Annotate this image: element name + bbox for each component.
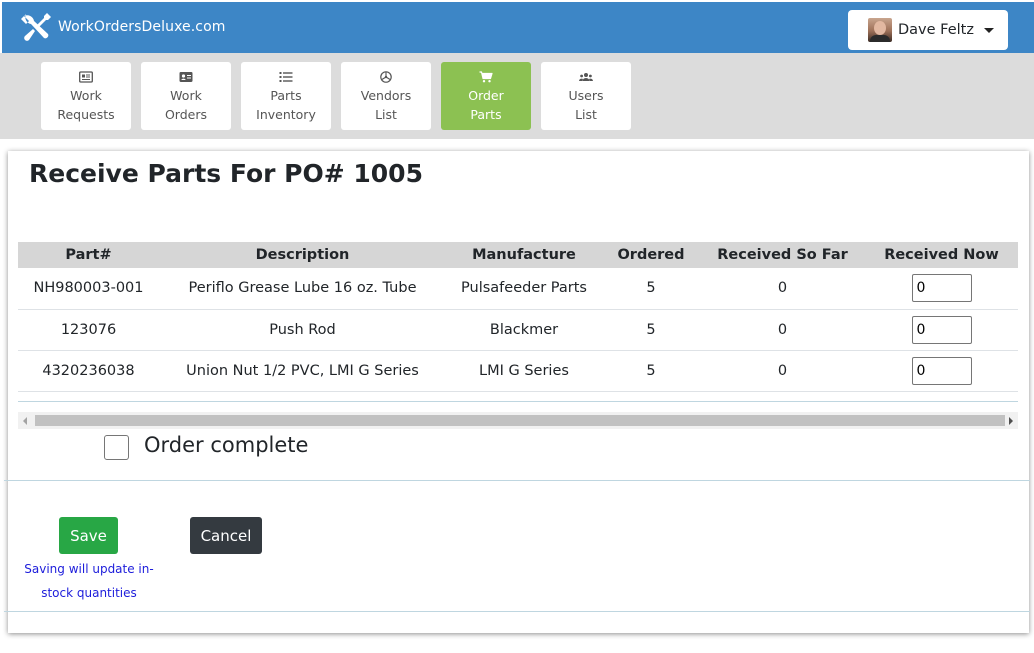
nav-vendors-list[interactable]: Vendors List	[341, 62, 431, 130]
part-description: Union Nut 1/2 PVC, LMI G Series	[159, 350, 446, 392]
col-header-part: Part#	[18, 242, 159, 268]
footer-divider	[4, 611, 1030, 612]
nav-users-list[interactable]: Users List	[541, 62, 631, 130]
table-row: 4320236038 Union Nut 1/2 PVC, LMI G Seri…	[18, 350, 1018, 392]
nav-work-requests[interactable]: Work Requests	[41, 62, 131, 130]
part-number: 123076	[18, 309, 159, 351]
part-description: Periflo Grease Lube 16 oz. Tube	[159, 268, 446, 310]
newspaper-icon	[79, 71, 93, 83]
qty-received-so-far: 0	[700, 309, 865, 351]
user-name: Dave Feltz	[898, 22, 974, 38]
table-row: 123076 Push Rod Blackmer 5 0	[18, 309, 1018, 351]
scrollbar-thumb[interactable]	[35, 415, 1005, 426]
scroll-left-arrow-icon[interactable]	[23, 417, 27, 425]
avatar	[868, 18, 892, 42]
page-title: Receive Parts For PO# 1005	[29, 159, 423, 188]
steering-icon	[380, 71, 392, 83]
qty-received-so-far: 0	[700, 350, 865, 392]
qty-received-so-far: 0	[700, 268, 865, 310]
nav-bar: Work Requests Work Orders Parts Inventor…	[0, 53, 1034, 139]
cart-icon	[479, 71, 493, 83]
qty-ordered: 5	[602, 268, 700, 310]
col-header-received-now: Received Now	[865, 242, 1018, 268]
table-header-row: Part# Description Manufacture Ordered Re…	[18, 242, 1018, 268]
qty-ordered: 5	[602, 309, 700, 351]
part-manufacture: LMI G Series	[446, 350, 602, 392]
section-divider	[4, 480, 1030, 481]
top-header: WorkOrdersDeluxe.com Dave Feltz	[2, 2, 1034, 53]
save-button[interactable]: Save	[59, 517, 118, 554]
table-row: NH980003-001 Periflo Grease Lube 16 oz. …	[18, 268, 1018, 310]
received-now-input[interactable]	[911, 315, 972, 344]
received-now-input[interactable]	[911, 356, 972, 385]
part-number: 4320236038	[18, 350, 159, 392]
col-header-received-so-far: Received So Far	[700, 242, 865, 268]
order-complete-checkbox[interactable]	[104, 435, 129, 460]
part-description: Push Rod	[159, 309, 446, 351]
qty-ordered: 5	[602, 350, 700, 392]
nav-order-parts[interactable]: Order Parts	[441, 62, 531, 130]
parts-table: Part# Description Manufacture Ordered Re…	[18, 242, 1018, 392]
received-now-cell	[865, 350, 1018, 392]
part-manufacture: Pulsafeeder Parts	[446, 268, 602, 310]
id-card-icon	[179, 72, 193, 82]
nav-work-orders[interactable]: Work Orders	[141, 62, 231, 130]
col-header-manufacture: Manufacture	[446, 242, 602, 268]
brand-name: WorkOrdersDeluxe.com	[58, 19, 226, 35]
part-manufacture: Blackmer	[446, 309, 602, 351]
tools-icon	[21, 13, 51, 41]
cancel-button[interactable]: Cancel	[190, 517, 262, 554]
users-icon	[579, 73, 593, 81]
list-icon	[279, 72, 293, 82]
received-now-cell	[865, 268, 1018, 310]
brand[interactable]: WorkOrdersDeluxe.com	[20, 10, 226, 44]
scroll-right-arrow-icon[interactable]	[1009, 417, 1013, 425]
received-now-input[interactable]	[911, 274, 972, 303]
caret-down-icon	[983, 27, 994, 33]
order-complete-label: Order complete	[144, 433, 309, 457]
received-now-cell	[865, 309, 1018, 351]
col-header-description: Description	[159, 242, 446, 268]
save-note: Saving will update in-stock quantities	[24, 562, 154, 600]
col-header-ordered: Ordered	[602, 242, 700, 268]
user-menu-button[interactable]: Dave Feltz	[848, 10, 1008, 50]
table-divider	[18, 401, 1018, 402]
horizontal-scrollbar[interactable]	[18, 412, 1018, 429]
main-card	[8, 151, 1029, 633]
nav-parts-inventory[interactable]: Parts Inventory	[241, 62, 331, 130]
part-number: NH980003-001	[18, 268, 159, 310]
